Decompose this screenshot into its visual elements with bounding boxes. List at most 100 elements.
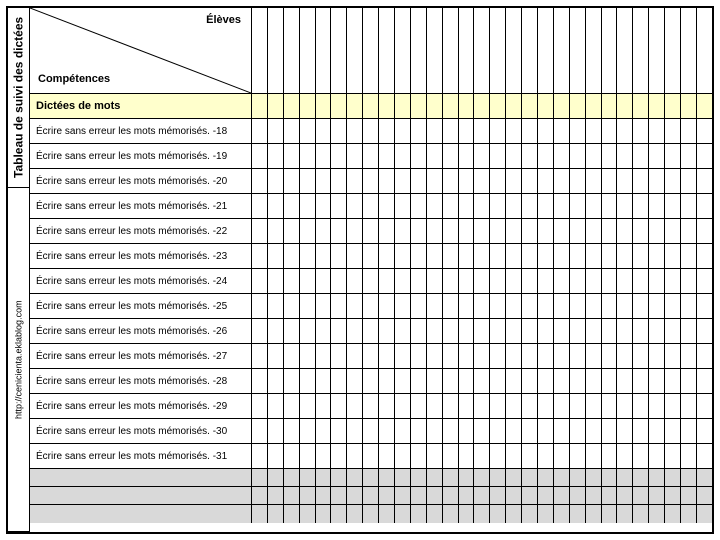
document-title: Tableau de suivi des dictées xyxy=(8,8,29,188)
grid-cell xyxy=(363,94,379,118)
grid-cell xyxy=(506,294,522,318)
grid-cell xyxy=(427,8,443,93)
grid-cell xyxy=(697,505,712,523)
grid-cell xyxy=(602,169,618,193)
grid-cell xyxy=(252,369,268,393)
grid-cell xyxy=(681,8,697,93)
grid-cell xyxy=(331,419,347,443)
grid-cell xyxy=(252,94,268,118)
grid-cell xyxy=(379,419,395,443)
grid-cell xyxy=(331,244,347,268)
grid-cell xyxy=(411,344,427,368)
grid-cell xyxy=(363,319,379,343)
competence-row: Écrire sans erreur les mots mémorisés. -… xyxy=(30,419,712,444)
grid-cell xyxy=(252,344,268,368)
grid-cell xyxy=(443,119,459,143)
grid-cell xyxy=(490,269,506,293)
grid-cell xyxy=(681,119,697,143)
grid-cell xyxy=(284,119,300,143)
competence-row: Écrire sans erreur les mots mémorisés. -… xyxy=(30,119,712,144)
grid-cell xyxy=(649,219,665,243)
grid-cell xyxy=(474,94,490,118)
grid-cell xyxy=(554,487,570,504)
grid-cell xyxy=(459,444,475,468)
grid-cell xyxy=(379,119,395,143)
competence-label: Écrire sans erreur les mots mémorisés. -… xyxy=(30,444,252,468)
grid-cell xyxy=(427,487,443,504)
grid-cell xyxy=(347,94,363,118)
grid-cell xyxy=(665,319,681,343)
grid-cell xyxy=(633,119,649,143)
grid-cell xyxy=(347,269,363,293)
grid-cell xyxy=(522,369,538,393)
competence-row: Écrire sans erreur les mots mémorisés. -… xyxy=(30,144,712,169)
grid-cell xyxy=(474,419,490,443)
grid-cell xyxy=(538,505,554,523)
grid-cell xyxy=(443,269,459,293)
grid-cell xyxy=(681,369,697,393)
empty-label-cell xyxy=(30,487,252,504)
grid-cell xyxy=(522,144,538,168)
grid-cell xyxy=(284,394,300,418)
grid-cell xyxy=(284,8,300,93)
grid-cell xyxy=(459,219,475,243)
grid-cell xyxy=(379,319,395,343)
grid-cell xyxy=(363,194,379,218)
grid-cell xyxy=(331,194,347,218)
grid-cell xyxy=(284,219,300,243)
grid-cell xyxy=(459,8,475,93)
grid-cell xyxy=(443,144,459,168)
grid-cell xyxy=(538,94,554,118)
grid-cell xyxy=(554,8,570,93)
grid-cell xyxy=(427,444,443,468)
competence-row: Écrire sans erreur les mots mémorisés. -… xyxy=(30,369,712,394)
grid-cell xyxy=(617,505,633,523)
grid-cell xyxy=(649,469,665,486)
grid-cell xyxy=(697,319,712,343)
grid-cell xyxy=(443,219,459,243)
competence-label: Écrire sans erreur les mots mémorisés. -… xyxy=(30,219,252,243)
grid-cell xyxy=(681,169,697,193)
grid-cell xyxy=(395,369,411,393)
grid-cell xyxy=(474,244,490,268)
grid-cell xyxy=(697,169,712,193)
grid-cells xyxy=(252,419,712,443)
grid-cell xyxy=(586,319,602,343)
header-grid-cells xyxy=(252,8,712,93)
grid-cell xyxy=(554,419,570,443)
students-label: Élèves xyxy=(206,14,241,26)
empty-row xyxy=(30,505,712,523)
grid-cell xyxy=(649,244,665,268)
grid-cell xyxy=(379,444,395,468)
grid-cell xyxy=(316,119,332,143)
grid-cell xyxy=(252,505,268,523)
grid-cell xyxy=(268,169,284,193)
grid-cell xyxy=(538,487,554,504)
grid-cell xyxy=(697,419,712,443)
grid-cell xyxy=(411,144,427,168)
grid-cell xyxy=(316,8,332,93)
grid-cell xyxy=(681,505,697,523)
grid-cell xyxy=(347,119,363,143)
grid-cell xyxy=(538,419,554,443)
grid-cell xyxy=(522,8,538,93)
grid-cell xyxy=(395,344,411,368)
grid-cells xyxy=(252,469,712,486)
grid-cell xyxy=(284,444,300,468)
grid-cell xyxy=(633,487,649,504)
grid-cell xyxy=(427,144,443,168)
grid-cell xyxy=(617,169,633,193)
grid-cell xyxy=(268,194,284,218)
grid-cell xyxy=(665,194,681,218)
grid-cell xyxy=(554,344,570,368)
grid-cell xyxy=(617,444,633,468)
grid-cell xyxy=(633,144,649,168)
grid-cell xyxy=(411,394,427,418)
grid-cell xyxy=(347,394,363,418)
grid-cell xyxy=(379,487,395,504)
grid-cell xyxy=(284,419,300,443)
grid-cell xyxy=(538,444,554,468)
grid-cell xyxy=(697,94,712,118)
grid-cell xyxy=(347,8,363,93)
grid-cell xyxy=(300,394,316,418)
